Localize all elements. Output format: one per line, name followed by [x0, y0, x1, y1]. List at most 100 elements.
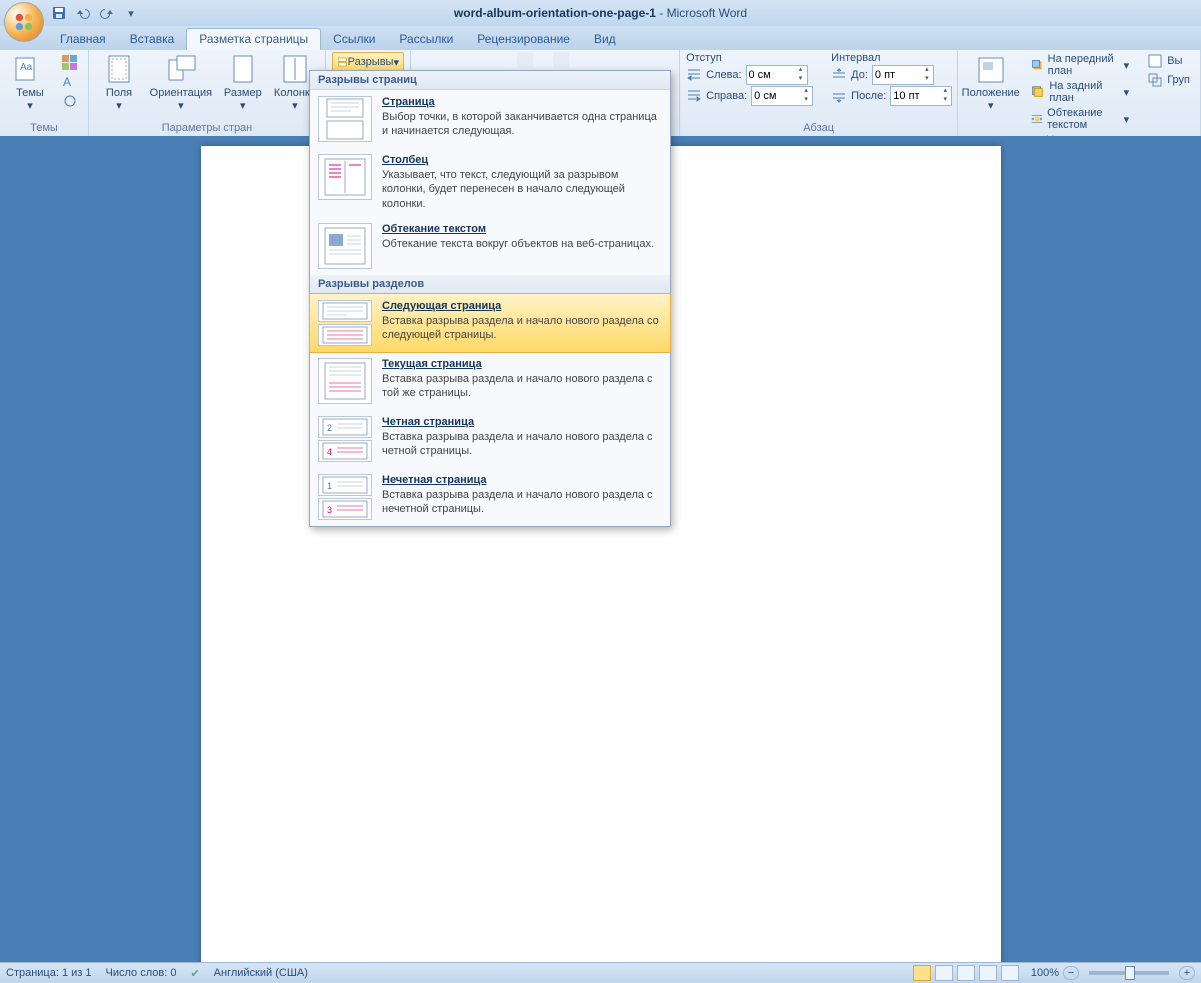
dd-section-section-breaks: Разрывы разделов [310, 275, 670, 294]
breaks-icon [337, 54, 348, 70]
next-page-icon-2 [318, 324, 372, 346]
theme-fonts-button[interactable]: A [58, 73, 82, 91]
chevron-down-icon: ▾ [240, 99, 246, 112]
columns-icon [279, 54, 311, 86]
next-page-icon-1 [318, 300, 372, 322]
title-bar: ▾ word-album-orientation-one-page-1 - Mi… [0, 0, 1201, 26]
group-paragraph: Отступ Слева:▴▾ Справа:▴▾ Интервал До:▴▾… [680, 50, 958, 136]
chevron-down-icon: ▾ [292, 99, 298, 112]
svg-text:3: 3 [327, 505, 332, 515]
zoom-slider[interactable] [1089, 971, 1169, 975]
view-draft-button[interactable] [1001, 965, 1019, 981]
undo-button[interactable] [74, 4, 92, 22]
ribbon-tabs: Главная Вставка Разметка страницы Ссылки… [0, 26, 1201, 50]
tab-page-layout[interactable]: Разметка страницы [186, 28, 321, 50]
spacing-after-spinner[interactable]: ▴▾ [890, 86, 952, 106]
themes-button[interactable]: Aa Темы ▾ [6, 52, 54, 114]
continuous-icon [318, 358, 372, 404]
svg-text:A: A [63, 75, 71, 89]
indent-right-spinner[interactable]: ▴▾ [751, 86, 813, 106]
view-web-layout-button[interactable] [957, 965, 975, 981]
tab-references[interactable]: Ссылки [321, 29, 387, 50]
group-page-setup: Поля▾ Ориентация▾ Размер▾ Колонки▾ Парам… [89, 50, 326, 136]
zoom-in-button[interactable]: + [1179, 966, 1195, 980]
even-page-icon-2: 4 [318, 440, 372, 462]
size-icon [227, 54, 259, 86]
wrap-icon [1031, 111, 1043, 127]
breaks-button[interactable]: Разрывы ▾ [332, 52, 404, 72]
tab-view[interactable]: Вид [582, 29, 628, 50]
position-icon [975, 54, 1007, 86]
spacing-before-icon [831, 67, 847, 83]
dd-item-even-page[interactable]: 2 4 Четная страницаВставка разрыва разде… [310, 410, 670, 468]
dd-item-text-wrap[interactable]: Обтекание текстомОбтекание текста вокруг… [310, 217, 670, 275]
group-objects-button[interactable]: Груп [1143, 71, 1194, 89]
themes-icon: Aa [14, 54, 46, 86]
quick-access-toolbar: ▾ [50, 4, 140, 22]
dd-section-page-breaks: Разрывы страниц [310, 71, 670, 90]
office-button[interactable] [4, 2, 44, 42]
bring-front-icon [1031, 57, 1043, 73]
spacing-header: Интервал [831, 52, 952, 64]
app-name: Microsoft Word [667, 6, 747, 20]
orientation-button[interactable]: Ориентация▾ [147, 52, 215, 114]
indent-header: Отступ [686, 52, 813, 64]
selection-pane-button[interactable]: Вы [1143, 52, 1194, 70]
dd-item-next-page[interactable]: Следующая страницаВставка разрыва раздел… [309, 293, 671, 353]
save-button[interactable] [50, 4, 68, 22]
dd-item-column[interactable]: СтолбецУказывает, что текст, следующий з… [310, 148, 670, 217]
view-print-layout-button[interactable] [913, 965, 931, 981]
svg-text:4: 4 [327, 447, 332, 457]
theme-colors-button[interactable] [58, 54, 82, 72]
margins-button[interactable]: Поля▾ [95, 52, 143, 114]
document-name: word-album-orientation-one-page-1 [454, 6, 656, 20]
view-outline-button[interactable] [979, 965, 997, 981]
send-back-button[interactable]: На задний план ▾ [1027, 79, 1133, 105]
dd-item-continuous[interactable]: Текущая страницаВставка разрыва раздела … [310, 352, 670, 410]
status-words[interactable]: Число слов: 0 [106, 967, 177, 979]
group-icon [1147, 72, 1163, 88]
redo-button[interactable] [98, 4, 116, 22]
view-full-screen-button[interactable] [935, 965, 953, 981]
proofing-icon[interactable]: ✔ [190, 967, 199, 980]
even-page-icon-1: 2 [318, 416, 372, 438]
page-break-icon [318, 96, 372, 142]
dd-item-page[interactable]: СтраницаВыбор точки, в которой заканчива… [310, 90, 670, 148]
svg-text:Aa: Aa [20, 62, 33, 73]
qat-customize-icon[interactable]: ▾ [122, 4, 140, 22]
text-wrap-button[interactable]: Обтекание текстом ▾ [1027, 106, 1133, 132]
dd-item-odd-page[interactable]: 1 3 Нечетная страницаВставка разрыва раз… [310, 468, 670, 526]
tab-review[interactable]: Рецензирование [465, 29, 582, 50]
bring-front-button[interactable]: На передний план ▾ [1027, 52, 1133, 78]
position-button[interactable]: Положение▾ [964, 52, 1017, 114]
status-bar: Страница: 1 из 1 Число слов: 0 ✔ Английс… [0, 962, 1201, 983]
tab-home[interactable]: Главная [48, 29, 118, 50]
window-title: word-album-orientation-one-page-1 - Micr… [454, 6, 747, 20]
tab-insert[interactable]: Вставка [118, 29, 187, 50]
send-back-icon [1031, 84, 1045, 100]
column-break-icon [318, 154, 372, 200]
ribbon: Aa Темы ▾ A Темы Поля▾ Ориентация▾ Разме… [0, 50, 1201, 137]
chevron-down-icon: ▾ [393, 56, 399, 69]
breaks-dropdown: Разрывы страниц СтраницаВыбор точки, в к… [309, 70, 671, 527]
status-language[interactable]: Английский (США) [214, 967, 308, 979]
svg-text:2: 2 [327, 423, 332, 433]
indent-left-spinner[interactable]: ▴▾ [746, 65, 808, 85]
orientation-icon [165, 54, 197, 86]
spacing-after-icon [831, 88, 847, 104]
chevron-down-icon: ▾ [116, 99, 122, 112]
spacing-before-spinner[interactable]: ▴▾ [872, 65, 934, 85]
margins-icon [103, 54, 135, 86]
odd-page-icon-1: 1 [318, 474, 372, 496]
status-zoom[interactable]: 100% [1031, 967, 1059, 979]
page-color-icon [553, 52, 569, 68]
odd-page-icon-2: 3 [318, 498, 372, 520]
zoom-slider-thumb[interactable] [1125, 966, 1135, 980]
theme-effects-button[interactable] [58, 92, 82, 110]
zoom-out-button[interactable]: − [1063, 966, 1079, 980]
chevron-down-icon: ▾ [178, 99, 184, 112]
size-button[interactable]: Размер▾ [219, 52, 267, 114]
status-page[interactable]: Страница: 1 из 1 [6, 967, 92, 979]
chevron-down-icon: ▾ [988, 99, 994, 112]
tab-mailings[interactable]: Рассылки [387, 29, 465, 50]
